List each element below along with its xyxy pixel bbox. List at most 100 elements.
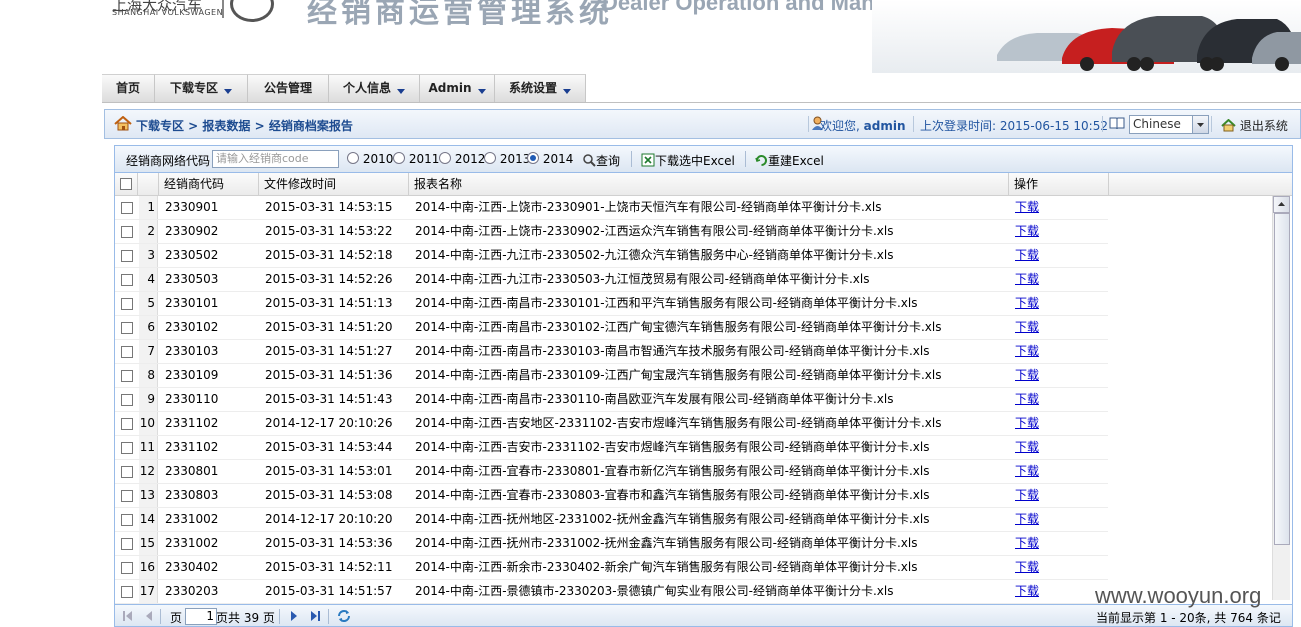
table-row[interactable]: 11 2331102 2015-03-31 14:53:44 2014-中南-江西-吉… bbox=[115, 436, 1108, 460]
year-radio-2014[interactable]: 2014 bbox=[527, 152, 573, 166]
table-row[interactable]: 2 2330902 2015-03-31 14:53:22 2014-中南-江西-上饶… bbox=[115, 220, 1108, 244]
rebuild-excel-button[interactable]: 重建Excel bbox=[755, 152, 824, 169]
year-label: 2012 bbox=[454, 152, 486, 166]
row-checkbox[interactable] bbox=[115, 580, 138, 603]
download-link[interactable]: 下载 bbox=[1015, 224, 1039, 238]
report-name-cell: 2014-中南-江西-宜春市-2330803-宜春市和鑫汽车销售服务有限公司-经… bbox=[415, 488, 930, 502]
breadcrumb[interactable]: 下载专区 > 报表数据 > 经销商档案报告 bbox=[136, 117, 353, 134]
dealer-code-cell: 2331002 bbox=[165, 536, 219, 550]
year-radio-2013[interactable]: 2013 bbox=[484, 152, 530, 166]
first-page-icon[interactable] bbox=[122, 610, 134, 622]
download-link[interactable]: 下载 bbox=[1015, 344, 1039, 358]
table-row[interactable]: 5 2330101 2015-03-31 14:51:13 2014-中南-江西-南昌… bbox=[115, 292, 1108, 316]
row-checkbox[interactable] bbox=[115, 292, 138, 315]
table-row[interactable]: 13 2330803 2015-03-31 14:53:08 2014-中南-江西-宜… bbox=[115, 484, 1108, 508]
table-row[interactable]: 7 2330103 2015-03-31 14:51:27 2014-中南-江西-南昌… bbox=[115, 340, 1108, 364]
download-excel-label: 下载选中Excel bbox=[655, 154, 735, 168]
download-link[interactable]: 下载 bbox=[1015, 296, 1039, 310]
row-number: 9 bbox=[139, 388, 158, 411]
nav-announcements[interactable]: 公告管理 bbox=[248, 74, 329, 102]
logout-button[interactable]: 退出系统 bbox=[1221, 117, 1288, 134]
nav-settings[interactable]: 系统设置 bbox=[495, 74, 586, 102]
table-row[interactable]: 16 2330402 2015-03-31 14:52:11 2014-中南-江西-新… bbox=[115, 556, 1108, 580]
table-row[interactable]: 12 2330801 2015-03-31 14:53:01 2014-中南-江西-宜… bbox=[115, 460, 1108, 484]
refresh-icon[interactable] bbox=[337, 609, 351, 623]
row-checkbox[interactable] bbox=[115, 316, 138, 339]
dealer-code-input[interactable]: 请输入经销商code bbox=[212, 150, 339, 168]
table-row[interactable]: 1 2330901 2015-03-31 14:53:15 2014-中南-江西-上饶… bbox=[115, 196, 1108, 220]
row-checkbox[interactable] bbox=[115, 412, 138, 435]
download-link[interactable]: 下载 bbox=[1015, 320, 1039, 334]
col-header-time[interactable]: 文件修改时间 bbox=[259, 173, 409, 195]
download-link[interactable]: 下载 bbox=[1015, 392, 1039, 406]
last-page-icon[interactable] bbox=[309, 610, 321, 622]
select-all-checkbox[interactable] bbox=[115, 173, 138, 195]
brand-emblem-icon bbox=[230, 0, 274, 22]
dropdown-button[interactable] bbox=[1192, 116, 1208, 133]
table-row[interactable]: 4 2330503 2015-03-31 14:52:26 2014-中南-江西-九江… bbox=[115, 268, 1108, 292]
table-row[interactable]: 6 2330102 2015-03-31 14:51:20 2014-中南-江西-南昌… bbox=[115, 316, 1108, 340]
language-select[interactable]: Chinese bbox=[1129, 115, 1209, 134]
table-row[interactable]: 3 2330502 2015-03-31 14:52:18 2014-中南-江西-九江… bbox=[115, 244, 1108, 268]
download-link[interactable]: 下载 bbox=[1015, 416, 1039, 430]
download-link[interactable]: 下载 bbox=[1015, 512, 1039, 526]
year-label: 2013 bbox=[499, 152, 531, 166]
download-link[interactable]: 下载 bbox=[1015, 488, 1039, 502]
query-button[interactable]: 查询 bbox=[583, 152, 620, 169]
year-radio-2010[interactable]: 2010 bbox=[347, 152, 393, 166]
home-icon[interactable] bbox=[114, 116, 132, 131]
col-header-code[interactable]: 经销商代码 bbox=[159, 173, 259, 195]
download-link[interactable]: 下载 bbox=[1015, 200, 1039, 214]
col-header-action[interactable]: 操作 bbox=[1009, 173, 1109, 195]
download-link[interactable]: 下载 bbox=[1015, 368, 1039, 382]
checkbox-icon bbox=[120, 322, 133, 334]
row-checkbox[interactable] bbox=[115, 532, 138, 555]
next-page-icon[interactable] bbox=[288, 610, 300, 622]
table-row[interactable]: 15 2331002 2015-03-31 14:53:36 2014-中南-江西-抚… bbox=[115, 532, 1108, 556]
table-row[interactable]: 8 2330109 2015-03-31 14:51:36 2014-中南-江西-南昌… bbox=[115, 364, 1108, 388]
row-number: 17 bbox=[139, 580, 158, 603]
download-link[interactable]: 下载 bbox=[1015, 464, 1039, 478]
table-row[interactable]: 14 2331002 2014-12-17 20:10:20 2014-中南-江西-抚… bbox=[115, 508, 1108, 532]
divider bbox=[745, 151, 746, 167]
modified-time-cell: 2015-03-31 14:53:01 bbox=[265, 464, 393, 478]
nav-downloads[interactable]: 下载专区 bbox=[155, 74, 248, 102]
year-radio-2011[interactable]: 2011 bbox=[393, 152, 439, 166]
nav-home[interactable]: 首页 bbox=[102, 74, 155, 102]
page-number-input[interactable]: 1 bbox=[185, 608, 217, 625]
download-excel-button[interactable]: 下载选中Excel bbox=[641, 152, 735, 169]
row-checkbox[interactable] bbox=[115, 460, 138, 483]
download-link[interactable]: 下载 bbox=[1015, 248, 1039, 262]
col-header-name[interactable]: 报表名称 bbox=[409, 173, 1009, 195]
row-checkbox[interactable] bbox=[115, 556, 138, 579]
scroll-thumb[interactable] bbox=[1274, 213, 1290, 545]
row-checkbox[interactable] bbox=[115, 484, 138, 507]
row-checkbox[interactable] bbox=[115, 340, 138, 363]
year-radio-2012[interactable]: 2012 bbox=[439, 152, 485, 166]
row-checkbox[interactable] bbox=[115, 268, 138, 291]
nav-admin[interactable]: Admin bbox=[420, 74, 495, 102]
table-row[interactable]: 9 2330110 2015-03-31 14:51:43 2014-中南-江西-南昌… bbox=[115, 388, 1108, 412]
scroll-up-button[interactable] bbox=[1273, 196, 1290, 213]
row-checkbox[interactable] bbox=[115, 388, 138, 411]
row-number: 12 bbox=[139, 460, 158, 483]
nav-profile[interactable]: 个人信息 bbox=[329, 74, 420, 102]
table-row[interactable]: 17 2330203 2015-03-31 14:51:57 2014-中南-江西-景… bbox=[115, 580, 1108, 604]
download-link[interactable]: 下载 bbox=[1015, 536, 1039, 550]
vertical-scrollbar[interactable] bbox=[1272, 196, 1290, 600]
row-checkbox[interactable] bbox=[115, 220, 138, 243]
download-link[interactable]: 下载 bbox=[1015, 272, 1039, 286]
download-link[interactable]: 下载 bbox=[1015, 584, 1039, 598]
table-row[interactable]: 10 2331102 2014-12-17 20:10:26 2014-中南-江西-吉… bbox=[115, 412, 1108, 436]
dealer-code-cell: 2330101 bbox=[165, 296, 219, 310]
row-checkbox[interactable] bbox=[115, 436, 138, 459]
checkbox-icon bbox=[120, 178, 132, 190]
row-checkbox[interactable] bbox=[115, 244, 138, 267]
row-checkbox[interactable] bbox=[115, 364, 138, 387]
download-link[interactable]: 下载 bbox=[1015, 560, 1039, 574]
row-checkbox[interactable] bbox=[115, 196, 138, 219]
download-link[interactable]: 下载 bbox=[1015, 440, 1039, 454]
prev-page-icon[interactable] bbox=[143, 610, 155, 622]
chevron-down-icon bbox=[477, 89, 486, 94]
row-checkbox[interactable] bbox=[115, 508, 138, 531]
